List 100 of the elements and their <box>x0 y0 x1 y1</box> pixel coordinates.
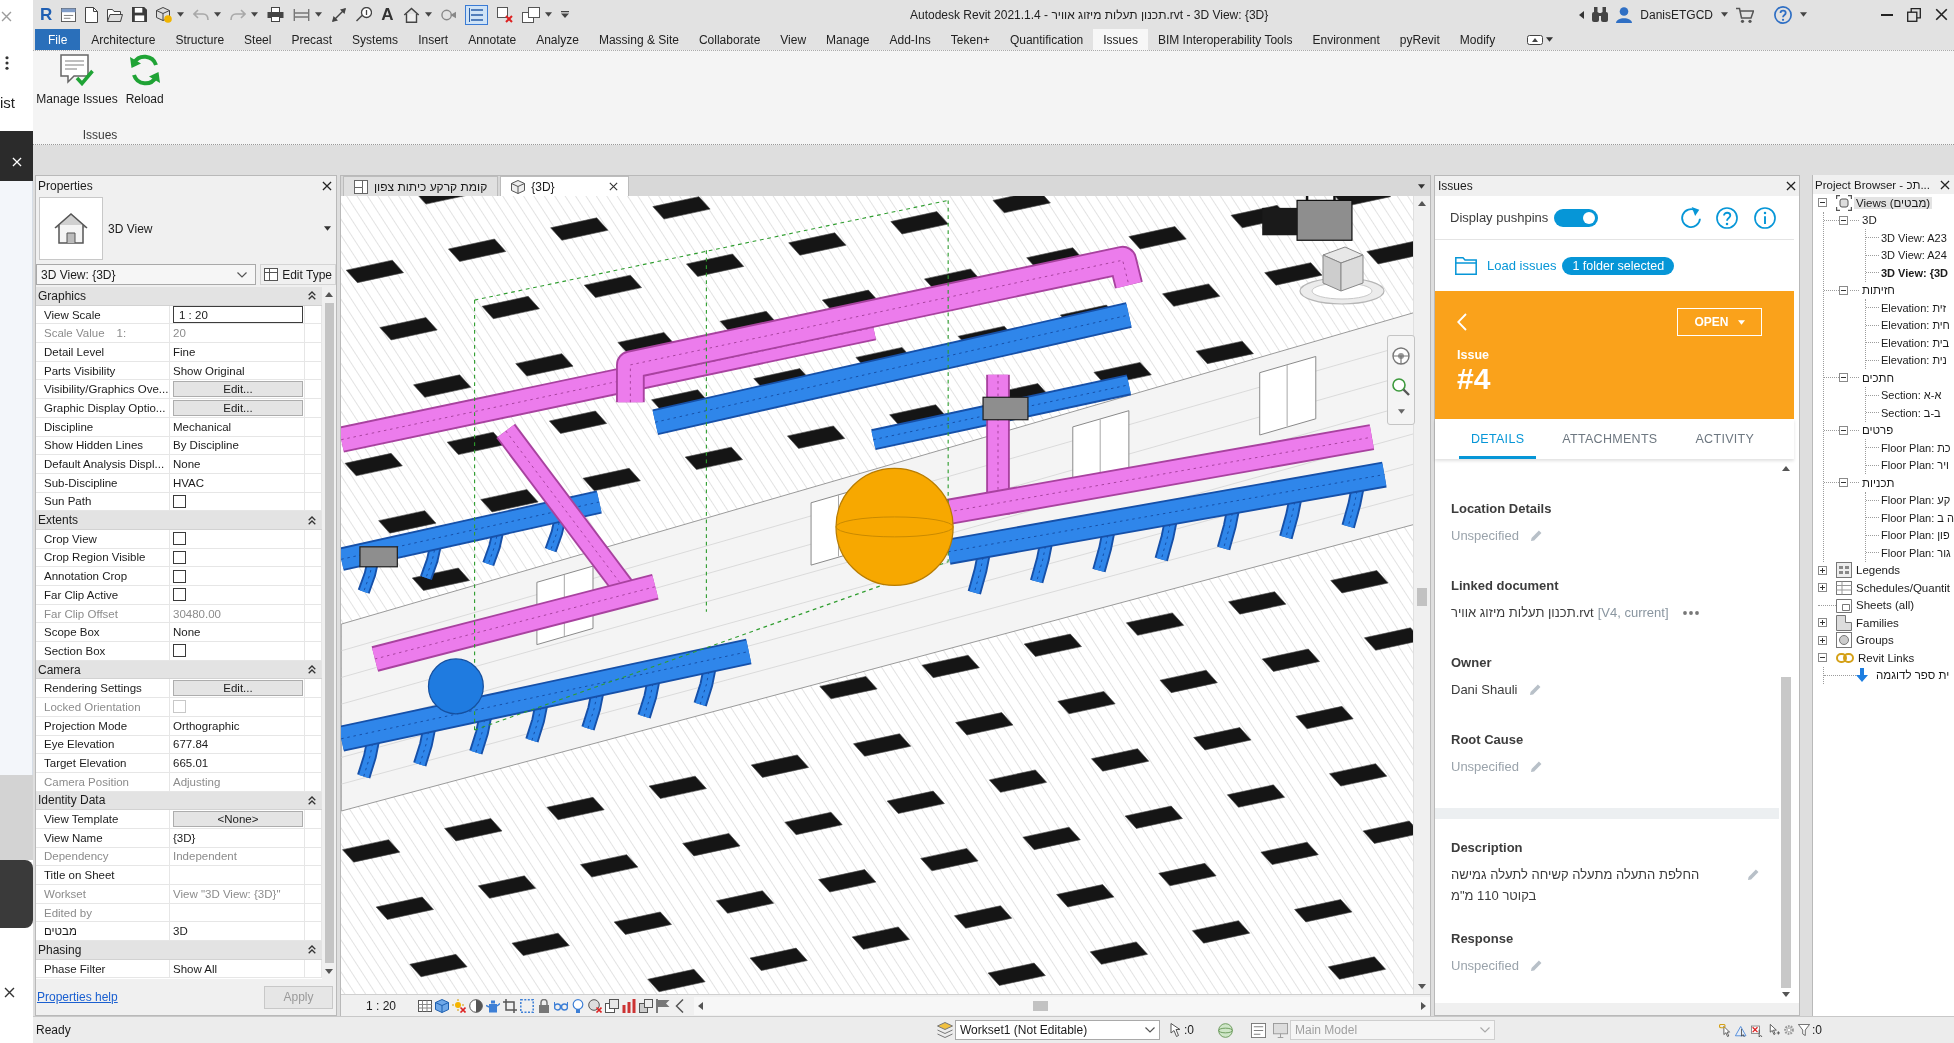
ribbon-tab[interactable]: Environment <box>1302 29 1390 50</box>
magnifier-icon[interactable] <box>1392 377 1410 396</box>
caret-icon[interactable] <box>544 12 552 17</box>
property-button[interactable]: Edit... <box>173 399 303 416</box>
kettle-icon[interactable] <box>486 998 501 1013</box>
diagonal-arrow-icon[interactable] <box>331 6 348 23</box>
checkbox[interactable] <box>173 569 186 583</box>
ribbon-tab[interactable]: BIM Interoperability Tools <box>1147 29 1303 50</box>
caret-down-icon[interactable] <box>1418 984 1426 989</box>
caret-icon[interactable] <box>214 12 222 17</box>
close-icon[interactable] <box>1935 8 1948 21</box>
expander-icon[interactable] <box>1839 285 1848 295</box>
house-icon[interactable] <box>39 197 103 260</box>
help-icon[interactable] <box>1716 206 1738 229</box>
close-icon[interactable] <box>1940 179 1950 190</box>
tree-item[interactable]: Elevation: בית <box>1879 336 1952 349</box>
caret-left-icon[interactable] <box>698 1001 704 1010</box>
ribbon-button[interactable]: Reload <box>124 54 165 106</box>
help-icon[interactable] <box>1774 5 1792 24</box>
tree-item[interactable]: Sheets (all) <box>1854 599 1917 612</box>
caret-up-icon[interactable] <box>1418 201 1426 206</box>
close-icon[interactable] <box>4 987 15 998</box>
chevron-down-icon[interactable] <box>237 271 248 278</box>
caret-icon[interactable] <box>1397 408 1405 414</box>
caret-icon[interactable] <box>1418 183 1425 189</box>
tree-item[interactable]: Floor Plan: ה ב <box>1879 511 1954 524</box>
scrollbar-thumb[interactable] <box>1780 677 1791 988</box>
tree-item[interactable]: ית ספר לדוגמה <box>1874 669 1952 682</box>
restore-icon[interactable] <box>1907 7 1921 22</box>
caret-right-icon[interactable] <box>1421 1001 1426 1010</box>
tree-item[interactable]: Floor Plan: פון <box>1879 529 1952 542</box>
caret-icon[interactable] <box>1546 37 1554 42</box>
property-button[interactable]: Edit... <box>173 680 303 697</box>
user-icon[interactable] <box>1616 6 1633 23</box>
ribbon-tab[interactable]: Steel <box>234 29 282 50</box>
checkbox[interactable] <box>173 644 186 658</box>
caret-icon[interactable] <box>251 12 259 17</box>
property-group-header[interactable]: Graphics <box>36 287 322 306</box>
window-icon[interactable] <box>61 7 77 22</box>
filter-icon[interactable] <box>1798 1024 1810 1036</box>
gear-icon[interactable] <box>1783 1024 1795 1036</box>
caret-icon[interactable] <box>315 12 323 17</box>
text-tool-button[interactable]: A <box>381 5 394 24</box>
tree-item[interactable]: Groups <box>1854 634 1896 647</box>
expander-icon[interactable] <box>1818 653 1827 663</box>
caret-icon[interactable] <box>177 12 185 17</box>
toggle-switch[interactable] <box>1554 208 1599 227</box>
expander-icon[interactable] <box>1839 373 1848 383</box>
checkbox[interactable] <box>173 532 186 546</box>
collapse-icon[interactable] <box>308 515 316 525</box>
pointer-icon[interactable] <box>1170 1023 1182 1037</box>
lines-icon[interactable] <box>464 4 488 25</box>
ribbon-tab[interactable]: Analyze <box>526 29 589 50</box>
ribbon-tab[interactable]: Add-Ins <box>879 29 941 50</box>
tree-item[interactable]: 3D View: {3D <box>1879 266 1951 279</box>
ribbon-tab[interactable]: Issues <box>1093 29 1148 50</box>
document-tab[interactable]: קומת קרקע כיתות צפון <box>343 176 499 196</box>
ribbon-tab[interactable]: Precast <box>281 29 343 50</box>
tree-item[interactable]: Legends <box>1854 564 1903 577</box>
collapse-icon[interactable] <box>308 665 316 675</box>
tree-item[interactable]: Families <box>1854 616 1901 629</box>
app-logo[interactable]: R <box>40 5 53 24</box>
expander-icon[interactable] <box>1839 425 1848 435</box>
scrollbar-thumb[interactable] <box>324 303 334 963</box>
expander-icon[interactable] <box>1818 635 1827 645</box>
minimize-icon[interactable] <box>1881 13 1893 16</box>
scrollbar-thumb[interactable] <box>1417 588 1427 606</box>
tree-item[interactable]: Section: א-א <box>1879 389 1944 402</box>
caret-icon[interactable] <box>1721 12 1728 17</box>
tree-item[interactable]: Floor Plan: גור <box>1879 546 1953 559</box>
sun-cross-icon[interactable] <box>452 998 467 1013</box>
tree-item[interactable]: Elevation: חית <box>1879 319 1952 332</box>
value-field[interactable]: 1 : 20 <box>173 306 303 324</box>
frame-icon[interactable] <box>520 998 535 1013</box>
ribbon-tab[interactable]: Systems <box>342 29 409 50</box>
expander-icon[interactable] <box>1818 565 1827 575</box>
document-tab[interactable]: {3D} <box>500 176 630 196</box>
binoculars-icon[interactable] <box>1592 7 1609 22</box>
steering-wheel-icon[interactable] <box>1392 346 1410 365</box>
close-icon[interactable] <box>322 180 332 191</box>
tree-item[interactable]: Schedules/Quantit <box>1854 581 1952 594</box>
ribbon-tab[interactable]: File <box>35 29 81 50</box>
ribbon-tab[interactable]: Collaborate <box>688 29 771 50</box>
ribbon-tab[interactable]: View <box>770 29 817 50</box>
tree-item[interactable]: 3D View: A23 <box>1879 231 1949 244</box>
caret-icon[interactable] <box>324 226 331 231</box>
padlock-icon[interactable] <box>537 998 552 1013</box>
checkbox[interactable] <box>173 494 186 508</box>
grid-icon[interactable] <box>418 998 433 1013</box>
ribbon-tab[interactable]: Insert <box>408 29 459 50</box>
property-button[interactable]: Edit... <box>173 381 303 398</box>
tree-item[interactable]: Floor Plan: קע <box>1879 494 1953 507</box>
folder-icon[interactable] <box>107 7 124 22</box>
chevron-down-icon[interactable] <box>1145 1027 1155 1033</box>
triangle-pointer-icon[interactable] <box>1735 1023 1748 1037</box>
expander-icon[interactable] <box>1818 618 1827 628</box>
bars-icon[interactable] <box>622 998 637 1013</box>
collapse-icon[interactable] <box>308 795 316 805</box>
detail-tab[interactable]: ATTACHMENTS <box>1550 419 1670 459</box>
ribbon-tab[interactable]: Structure <box>165 29 235 50</box>
